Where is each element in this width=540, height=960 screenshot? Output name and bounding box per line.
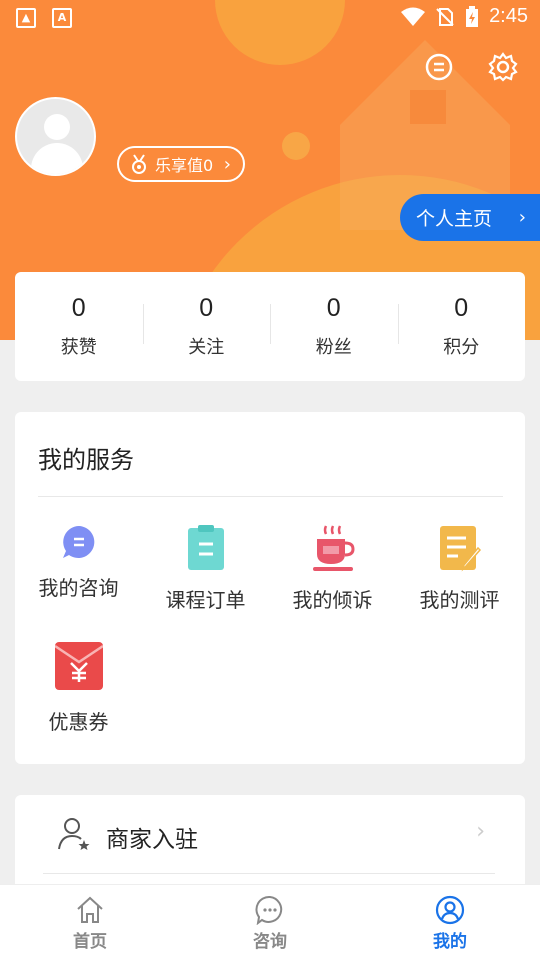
nav-mine[interactable]: 我的 [360, 885, 540, 960]
no-sim-icon [436, 7, 454, 26]
stat-likes[interactable]: 0 获赞 [15, 272, 143, 381]
nav-home[interactable]: 首页 [0, 885, 180, 960]
stats-card: 0 获赞 0 关注 0 粉丝 0 积分 [15, 272, 525, 381]
notepad-icon [439, 526, 481, 572]
service-course-orders[interactable]: 课程订单 [142, 524, 269, 613]
bottom-nav: 首页 咨询 我的 [0, 884, 540, 960]
red-envelope-icon [54, 642, 103, 690]
decor-circle [282, 132, 310, 160]
nav-label: 我的 [433, 932, 467, 952]
stat-value: 0 [326, 294, 341, 322]
chevron-right-icon: › [518, 207, 526, 228]
service-label: 我的倾诉 [292, 588, 373, 612]
service-label: 我的咨询 [38, 576, 119, 600]
service-my-talk[interactable]: 我的倾诉 [269, 524, 396, 613]
stat-label: 获赞 [60, 337, 97, 358]
stat-followers[interactable]: 0 粉丝 [270, 272, 398, 381]
chat-bubble-icon [62, 526, 94, 558]
font-icon: A [52, 8, 72, 28]
divider [38, 496, 503, 497]
stat-value: 0 [199, 294, 214, 322]
chevron-right-icon: › [476, 819, 485, 844]
home-icon [77, 896, 103, 923]
wifi-icon [401, 7, 426, 26]
service-coupons[interactable]: 优惠券 [15, 642, 142, 735]
nav-consult[interactable]: 咨询 [180, 885, 360, 960]
merchant-label: 商家入驻 [106, 827, 198, 853]
chat-icon [255, 895, 283, 925]
stat-label: 关注 [188, 337, 225, 358]
service-label: 我的测评 [419, 588, 500, 612]
battery-charging-icon [466, 5, 479, 27]
settings-gear-icon[interactable] [488, 52, 518, 82]
clock: 2:45 [489, 5, 528, 27]
service-label: 课程订单 [165, 588, 246, 612]
divider [43, 873, 495, 874]
services-title: 我的服务 [38, 446, 134, 474]
service-my-assessment[interactable]: 我的测评 [396, 524, 523, 613]
image-icon: ▲ [16, 8, 36, 28]
status-bar: ▲ A 2:45 [0, 0, 540, 36]
message-icon[interactable] [424, 52, 454, 82]
services-card: 我的服务 我的咨询 课程订单 我的倾诉 我的测评 优惠券 [15, 412, 525, 764]
chevron-right-icon: › [223, 153, 231, 175]
stat-label: 积分 [443, 337, 480, 358]
stat-value: 0 [71, 294, 86, 322]
medal-icon [132, 154, 146, 174]
homepage-label: 个人主页 [416, 208, 493, 230]
nav-label: 首页 [73, 932, 107, 952]
stat-label: 粉丝 [315, 337, 352, 358]
avatar[interactable] [15, 97, 96, 176]
points-label: 乐享值0 [155, 156, 214, 175]
personal-homepage-button[interactable]: 个人主页 › [400, 194, 540, 241]
coffee-cup-icon [312, 525, 355, 571]
nav-label: 咨询 [253, 932, 287, 952]
service-label: 优惠券 [48, 710, 109, 734]
merchant-user-icon [58, 818, 90, 850]
service-my-consult[interactable]: 我的咨询 [15, 524, 142, 601]
stat-value: 0 [454, 294, 469, 322]
user-icon [435, 895, 465, 925]
stat-points[interactable]: 0 积分 [397, 272, 526, 381]
clipboard-icon [187, 525, 224, 570]
stat-following[interactable]: 0 关注 [142, 272, 271, 381]
points-pill[interactable]: 乐享值0 › [117, 146, 245, 182]
